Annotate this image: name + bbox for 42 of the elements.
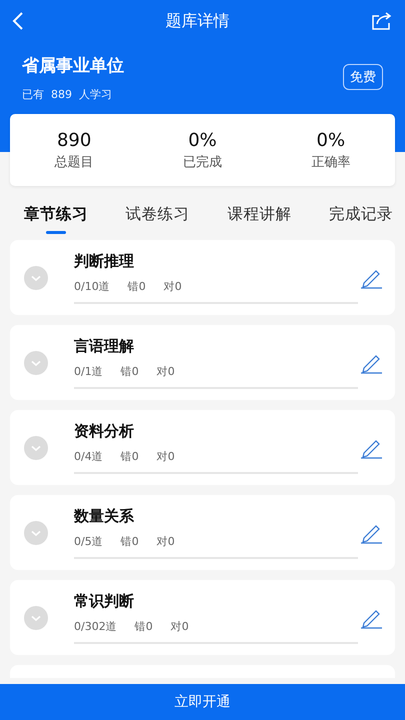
page-title: 题库详情 (166, 10, 230, 32)
wrong-count: 错0 (120, 534, 139, 548)
chapter-card[interactable]: 言语理解 0/1道 错0 对0 (10, 325, 395, 400)
activate-button[interactable]: 立即开通 (0, 684, 405, 720)
share-icon[interactable] (371, 11, 393, 31)
question-count: 0/1道 (74, 364, 103, 378)
stat-value: 0% (188, 130, 217, 150)
stat-value: 890 (56, 130, 92, 150)
right-count: 对0 (156, 364, 175, 378)
question-count: 0/10道 (74, 278, 110, 294)
chapter-title: 常识判断 (74, 592, 135, 610)
chapter-title: 判断推理 (74, 252, 135, 270)
chapter-card[interactable]: 数量关系 0/5道 错0 对0 (10, 495, 395, 570)
chapter-title: 资料分析 (74, 422, 135, 440)
right-count: 对0 (170, 618, 189, 634)
tab[interactable]: 课程讲解 (227, 204, 292, 240)
wrong-count: 错0 (128, 278, 146, 294)
tab[interactable]: 完成记录 (328, 204, 393, 240)
free-badge: 免费 (343, 64, 383, 90)
chapter-card[interactable]: 判断推理 0/10道 错0 对0 (10, 240, 395, 315)
back-icon[interactable] (12, 11, 24, 31)
stat-value: 0% (316, 130, 346, 150)
question-count: 0/4道 (74, 448, 103, 464)
chapter-title: 言语理解 (74, 336, 135, 356)
right-count: 对0 (156, 534, 175, 548)
chapter-title: 数量关系 (74, 506, 135, 526)
wrong-count: 错0 (120, 448, 139, 464)
chapter-card[interactable]: 常识判断 0/302道 错0 对0 (10, 580, 395, 655)
wrong-count: 错0 (120, 364, 139, 378)
bank-name: 省属事业单位 (22, 55, 124, 77)
question-count: 0/5道 (74, 534, 103, 548)
learner-count: 已有 889 人学习 (22, 87, 113, 102)
right-count: 对0 (156, 448, 175, 464)
tab[interactable]: 试卷练习 (126, 204, 190, 240)
right-count: 对0 (164, 278, 182, 294)
stat-label: 正确率 (311, 154, 350, 170)
tab[interactable]: 章节练习 (24, 204, 88, 240)
stat-label: 总题目 (54, 154, 94, 170)
question-count: 0/302道 (74, 618, 117, 634)
stat-label: 已完成 (182, 154, 222, 170)
wrong-count: 错0 (134, 618, 153, 634)
chapter-card[interactable]: 资料分析 0/4道 错0 对0 (10, 410, 395, 485)
